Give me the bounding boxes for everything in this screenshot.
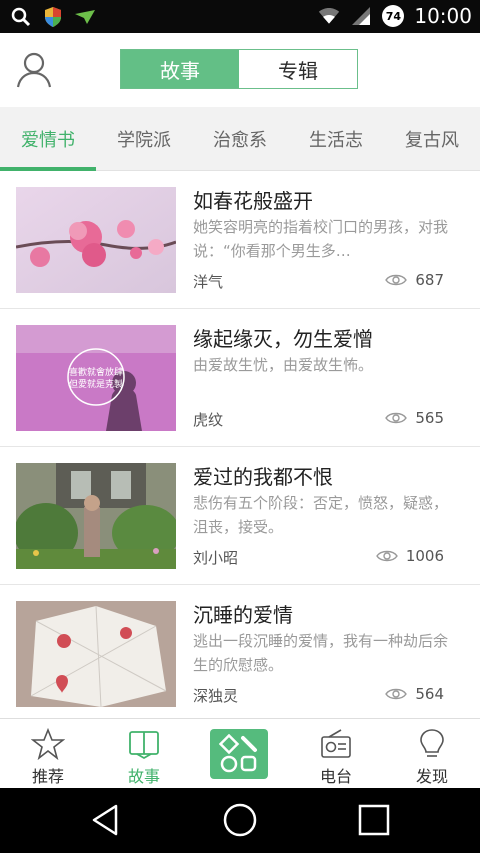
bottom-nav: 推荐 故事 电台 发现: [0, 718, 480, 788]
story-description: 逃出一段沉睡的爱情，我有一种劫后余生的欣慰感。: [193, 632, 449, 674]
story-author: 刘小昭: [193, 549, 239, 567]
book-icon: [129, 731, 159, 760]
view-count-value: 1006: [405, 547, 444, 565]
eye-icon: [385, 688, 408, 700]
story-thumbnail: [16, 187, 176, 293]
nav-label: 故事: [127, 767, 160, 786]
story-title: 沉睡的爱情: [193, 603, 293, 627]
story-item[interactable]: 爱过的我都不恨 悲伤有五个阶段：否定，愤怒，疑惑，沮丧，接受。 刘小昭 1006: [0, 447, 480, 585]
profile-button[interactable]: [14, 49, 54, 89]
top-bar: 故事 专辑: [0, 33, 480, 107]
nav-recommend[interactable]: 推荐: [0, 719, 96, 789]
view-count: 687: [385, 271, 444, 289]
view-count-value: 565: [415, 409, 444, 427]
story-description: 悲伤有五个阶段：否定，愤怒，疑惑，沮丧，接受。: [193, 494, 449, 536]
search-icon: [10, 6, 32, 28]
user-icon: [16, 52, 52, 88]
story-author: 洋气: [193, 273, 224, 291]
create-button[interactable]: [210, 729, 268, 779]
home-icon[interactable]: [220, 802, 260, 838]
story-item[interactable]: 沉睡的爱情 逃出一段沉睡的爱情，我有一种劫后余生的欣慰感。 深独灵 564: [0, 585, 480, 718]
nav-label: 发现: [415, 767, 448, 786]
signal-icon: [350, 5, 372, 27]
nav-discover[interactable]: 发现: [384, 719, 480, 789]
nav-label: 推荐: [31, 767, 64, 786]
eye-icon: [385, 274, 408, 286]
create-icon: [219, 734, 257, 773]
wifi-icon: [318, 5, 340, 27]
story-thumbnail: [16, 601, 176, 707]
story-title: 如春花般盛开: [193, 189, 313, 213]
eye-icon: [385, 412, 408, 424]
story-description: 由爱故生忧，由爱故生怖。: [193, 356, 374, 374]
view-count: 1006: [375, 547, 444, 565]
story-thumbnail: [16, 463, 176, 569]
story-title: 缘起缘灭，勿生爱憎: [193, 327, 373, 351]
shield-icon: [42, 6, 64, 28]
view-count: 564: [385, 685, 444, 703]
clock: 10:00: [414, 4, 472, 28]
view-count: 565: [385, 409, 444, 427]
star-icon: [31, 727, 65, 761]
segment-control: 故事 专辑: [120, 49, 358, 89]
overlay-text-2: 但愛就是克製: [69, 378, 123, 390]
recents-icon[interactable]: [354, 802, 394, 838]
system-nav-bar: [0, 788, 480, 853]
view-count-value: 564: [415, 685, 444, 703]
story-author: 深独灵: [193, 687, 239, 705]
story-title: 爱过的我都不恨: [193, 465, 333, 489]
nav-radio[interactable]: 电台: [288, 719, 384, 789]
tab-1[interactable]: 学院派: [96, 107, 192, 171]
story-item[interactable]: 喜歡就會放肆 但愛就是克製 缘起缘灭，勿生爱憎 由爱故生忧，由爱故生怖。 虎纹 …: [0, 309, 480, 447]
tab-3[interactable]: 生活志: [288, 107, 384, 171]
tab-2[interactable]: 治愈系: [192, 107, 288, 171]
eye-icon: [375, 550, 398, 562]
story-list: 如春花般盛开 她笑容明亮的指着校门口的男孩，对我说：“你看那个男生多… 洋气 6…: [0, 171, 480, 718]
paper-plane-icon: [74, 6, 96, 28]
bulb-icon: [420, 729, 444, 757]
story-author: 虎纹: [193, 411, 224, 429]
category-tabs: 爱情书 学院派 治愈系 生活志 复古风: [0, 107, 480, 171]
story-thumbnail: 喜歡就會放肆 但愛就是克製: [16, 325, 176, 431]
radio-icon: [321, 729, 351, 758]
story-item[interactable]: 如春花般盛开 她笑容明亮的指着校门口的男孩，对我说：“你看那个男生多… 洋气 6…: [0, 171, 480, 309]
tab-0[interactable]: 爱情书: [0, 107, 96, 171]
overlay-text-1: 喜歡就會放肆: [69, 366, 123, 378]
view-count-value: 687: [415, 271, 444, 289]
back-icon[interactable]: [86, 802, 126, 838]
tab-4[interactable]: 复古风: [384, 107, 480, 171]
segment-albums[interactable]: 专辑: [239, 50, 357, 88]
battery-icon: 74: [382, 5, 405, 27]
segment-stories[interactable]: 故事: [121, 50, 239, 88]
status-bar: 74 10:00: [0, 0, 480, 33]
nav-stories[interactable]: 故事: [96, 719, 192, 789]
nav-label: 电台: [319, 767, 352, 786]
story-description: 她笑容明亮的指着校门口的男孩，对我说：“你看那个男生多…: [193, 218, 449, 260]
